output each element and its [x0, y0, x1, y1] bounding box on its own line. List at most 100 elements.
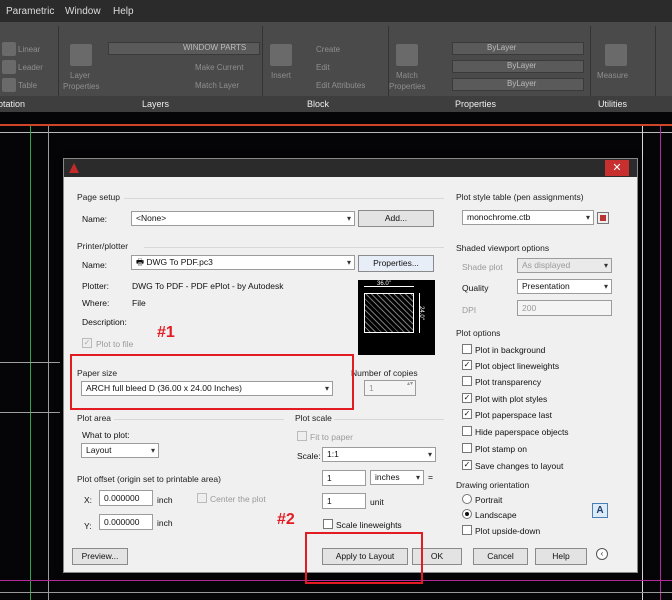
- printer-name-value: DWG To PDF.pc3: [146, 257, 213, 267]
- drawing-line: [0, 412, 60, 413]
- plot-style-value: monochrome.ctb: [467, 212, 531, 222]
- layer-properties-icon[interactable]: [70, 44, 92, 66]
- offset-x-input[interactable]: 0.000000: [99, 490, 153, 506]
- plot-transparency-checkbox[interactable]: [462, 376, 472, 386]
- plot-paperspace-last-checkbox[interactable]: ✓: [462, 409, 472, 419]
- panel-annotation-label[interactable]: otation: [0, 99, 25, 109]
- table-tool-label[interactable]: Table: [18, 81, 37, 90]
- plot-style-combo[interactable]: monochrome.ctb ▾: [462, 210, 594, 225]
- menu-window[interactable]: Window: [65, 6, 101, 17]
- scale-combo[interactable]: 1:1 ▾: [322, 447, 436, 462]
- edit-block-label[interactable]: Edit: [316, 63, 330, 72]
- panel-block-label[interactable]: Block: [307, 99, 329, 109]
- drawing-line: [0, 124, 672, 126]
- help-button[interactable]: Help: [535, 548, 587, 565]
- page-setup-name-combo[interactable]: <None> ▾: [131, 211, 355, 226]
- drawing-line: [0, 592, 672, 593]
- fit-to-paper-checkbox[interactable]: [297, 431, 307, 441]
- landscape-radio[interactable]: [462, 509, 472, 519]
- match-properties-label[interactable]: Match: [396, 71, 418, 80]
- leader-icon[interactable]: [2, 60, 16, 74]
- annotation-label-1: #1: [157, 324, 175, 341]
- lineweight-combo[interactable]: ByLayer: [452, 78, 584, 91]
- plot-stamp-checkbox[interactable]: [462, 443, 472, 453]
- dpi-input[interactable]: 200: [517, 300, 612, 316]
- scale-unit-input[interactable]: 1: [322, 493, 366, 509]
- plot-with-plot-styles-checkbox[interactable]: ✓: [462, 393, 472, 403]
- scale-units-combo[interactable]: inches ▾: [370, 470, 424, 485]
- plot-to-file-checkbox[interactable]: ✓: [82, 338, 92, 348]
- scale-inches-input[interactable]: 1: [322, 470, 366, 486]
- match-layer-label[interactable]: Match Layer: [195, 81, 239, 90]
- measure-label[interactable]: Measure: [597, 71, 628, 80]
- plot-object-lineweights-checkbox[interactable]: ✓: [462, 360, 472, 370]
- edit-plot-style-button[interactable]: [597, 212, 609, 224]
- where-label: Where:: [82, 298, 110, 308]
- spinner-arrows-icon[interactable]: ▴▾: [407, 380, 413, 387]
- menu-help[interactable]: Help: [113, 6, 134, 17]
- measure-icon[interactable]: [605, 44, 627, 66]
- panel-properties-label[interactable]: Properties: [455, 99, 496, 109]
- landscape-orientation-icon: A: [592, 503, 608, 518]
- center-plot-checkbox[interactable]: [197, 493, 207, 503]
- chevron-down-icon: ▾: [415, 473, 420, 482]
- upside-down-checkbox[interactable]: [462, 525, 472, 535]
- linetype-combo[interactable]: ByLayer: [452, 60, 584, 73]
- table-icon[interactable]: [2, 78, 16, 92]
- make-current-label[interactable]: Make Current: [195, 63, 243, 72]
- leader-tool-label[interactable]: Leader: [18, 63, 43, 72]
- drawing-line: [660, 126, 661, 600]
- paper-preview: 36.0" 24.0": [358, 280, 435, 355]
- dialog-titlebar[interactable]: ✕: [64, 159, 637, 177]
- layer-combo[interactable]: WINDOW PARTS: [108, 42, 260, 55]
- annotation-label-2: #2: [277, 511, 295, 528]
- what-to-plot-label: What to plot:: [82, 430, 130, 440]
- offset-y-input[interactable]: 0.000000: [99, 514, 153, 530]
- layer-properties-label[interactable]: Layer: [70, 71, 90, 80]
- collapse-options-icon[interactable]: ‹: [596, 548, 608, 560]
- save-changes-label: Save changes to layout: [475, 461, 564, 471]
- cancel-button[interactable]: Cancel: [473, 548, 528, 565]
- create-block-label[interactable]: Create: [316, 45, 340, 54]
- quality-label: Quality: [462, 283, 489, 293]
- linear-tool-label[interactable]: Linear: [18, 45, 40, 54]
- paper-preview-sheet: [364, 293, 414, 333]
- color-combo[interactable]: ByLayer: [452, 42, 584, 55]
- linear-dimension-icon[interactable]: [2, 42, 16, 56]
- description-label: Description:: [82, 317, 127, 327]
- menu-parametric[interactable]: Parametric: [6, 6, 54, 17]
- plot-offset-heading: Plot offset (origin set to printable are…: [77, 474, 221, 484]
- scale-units-value: inches: [375, 472, 400, 482]
- scale-lineweights-checkbox[interactable]: [323, 519, 333, 529]
- quality-combo[interactable]: Presentation ▾: [517, 279, 612, 294]
- what-to-plot-combo[interactable]: Layout ▾: [81, 443, 159, 458]
- shaded-viewport-heading: Shaded viewport options: [456, 243, 550, 253]
- layer-properties-label-2[interactable]: Properties: [63, 82, 99, 91]
- printer-properties-button[interactable]: Properties...: [358, 255, 434, 272]
- insert-label[interactable]: Insert: [271, 71, 291, 80]
- chevron-down-icon: ▾: [603, 261, 608, 270]
- panel-utilities-label[interactable]: Utilities: [598, 99, 627, 109]
- copies-heading: Number of copies: [351, 368, 418, 378]
- printer-name-combo[interactable]: 🖶 DWG To PDF.pc3 ▾: [131, 255, 355, 270]
- add-page-setup-button[interactable]: Add...: [358, 210, 434, 227]
- preview-button[interactable]: Preview...: [72, 548, 128, 565]
- scale-unit-label: unit: [370, 497, 384, 507]
- portrait-radio[interactable]: [462, 494, 472, 504]
- chevron-down-icon: ▾: [585, 213, 590, 222]
- plot-in-background-checkbox[interactable]: [462, 344, 472, 354]
- close-button[interactable]: ✕: [605, 160, 629, 176]
- fit-to-paper-label: Fit to paper: [310, 432, 353, 442]
- save-changes-checkbox[interactable]: ✓: [462, 460, 472, 470]
- where-value: File: [132, 298, 146, 308]
- insert-block-icon[interactable]: [270, 44, 292, 66]
- scale-value: 1:1: [327, 449, 339, 459]
- panel-layers-label[interactable]: Layers: [142, 99, 169, 109]
- drawing-line: [30, 126, 31, 600]
- shade-plot-combo[interactable]: As displayed ▾: [517, 258, 612, 273]
- match-properties-label-2[interactable]: Properties: [389, 82, 425, 91]
- menu-bar: Parametric Window Help: [0, 0, 672, 22]
- hide-paperspace-objects-checkbox[interactable]: [462, 426, 472, 436]
- edit-attributes-label[interactable]: Edit Attributes: [316, 81, 365, 90]
- match-properties-icon[interactable]: [396, 44, 418, 66]
